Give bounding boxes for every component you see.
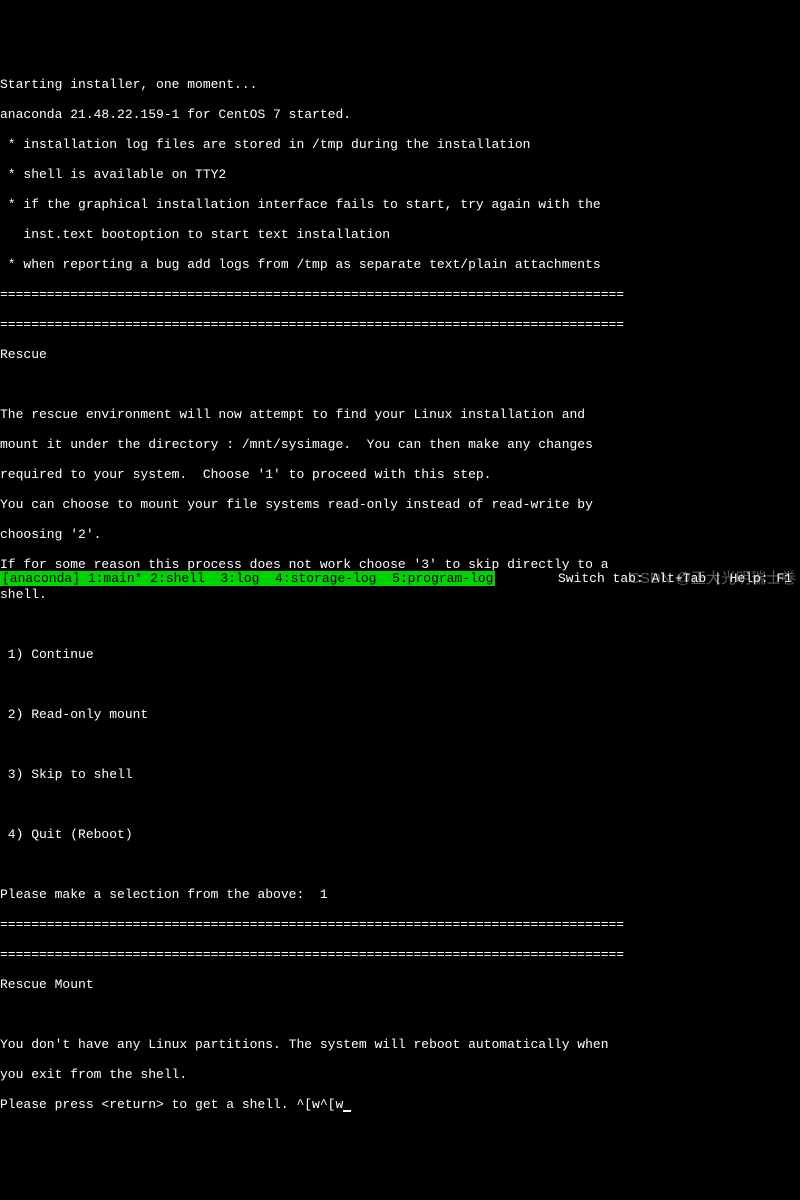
selection-prompt[interactable]: Please make a selection from the above: … (0, 887, 800, 902)
shell-prompt-text: Please press <return> to get a shell. ^[… (0, 1097, 343, 1112)
separator: ========================================… (0, 947, 800, 962)
menu-option-continue[interactable]: 1) Continue (0, 647, 800, 662)
status-bar-tabs[interactable]: [anaconda] 1:main* 2:shell 3:log 4:stora… (0, 571, 495, 586)
blank-line (0, 797, 800, 812)
mount-text: you exit from the shell. (0, 1067, 800, 1082)
separator: ========================================… (0, 917, 800, 932)
section-title: Rescue (0, 347, 800, 362)
blank-line (0, 677, 800, 692)
rescue-text: choosing '2'. (0, 527, 800, 542)
cursor-icon (343, 1110, 351, 1112)
info-bullet: * if the graphical installation interfac… (0, 197, 800, 212)
info-bullet: inst.text bootoption to start text insta… (0, 227, 800, 242)
mount-text: You don't have any Linux partitions. The… (0, 1037, 800, 1052)
blank-line (0, 377, 800, 392)
blank-line (0, 617, 800, 632)
rescue-text: The rescue environment will now attempt … (0, 407, 800, 422)
info-bullet: * when reporting a bug add logs from /tm… (0, 257, 800, 272)
separator: ========================================… (0, 287, 800, 302)
rescue-text: If for some reason this process does not… (0, 557, 800, 572)
boot-line: anaconda 21.48.22.159-1 for CentOS 7 sta… (0, 107, 800, 122)
terminal-output: Starting installer, one moment... anacon… (0, 60, 800, 1127)
blank-line (0, 1007, 800, 1022)
rescue-text: You can choose to mount your file system… (0, 497, 800, 512)
blank-line (0, 737, 800, 752)
blank-line (0, 857, 800, 872)
section-title: Rescue Mount (0, 977, 800, 992)
menu-option-quit[interactable]: 4) Quit (Reboot) (0, 827, 800, 842)
menu-option-readonly[interactable]: 2) Read-only mount (0, 707, 800, 722)
menu-option-skip[interactable]: 3) Skip to shell (0, 767, 800, 782)
boot-line: Starting installer, one moment... (0, 77, 800, 92)
prompt-input[interactable]: 1 (320, 887, 328, 902)
prompt-label: Please make a selection from the above: (0, 887, 320, 902)
rescue-text: mount it under the directory : /mnt/sysi… (0, 437, 800, 452)
info-bullet: * installation log files are stored in /… (0, 137, 800, 152)
shell-prompt[interactable]: Please press <return> to get a shell. ^[… (0, 1097, 800, 1112)
info-bullet: * shell is available on TTY2 (0, 167, 800, 182)
rescue-text: required to your system. Choose '1' to p… (0, 467, 800, 482)
status-bar: [anaconda] 1:main* 2:shell 3:log 4:stora… (0, 571, 800, 586)
separator: ========================================… (0, 317, 800, 332)
status-bar-help: Switch tab: Alt+Tab | Help: F1 (558, 571, 800, 586)
